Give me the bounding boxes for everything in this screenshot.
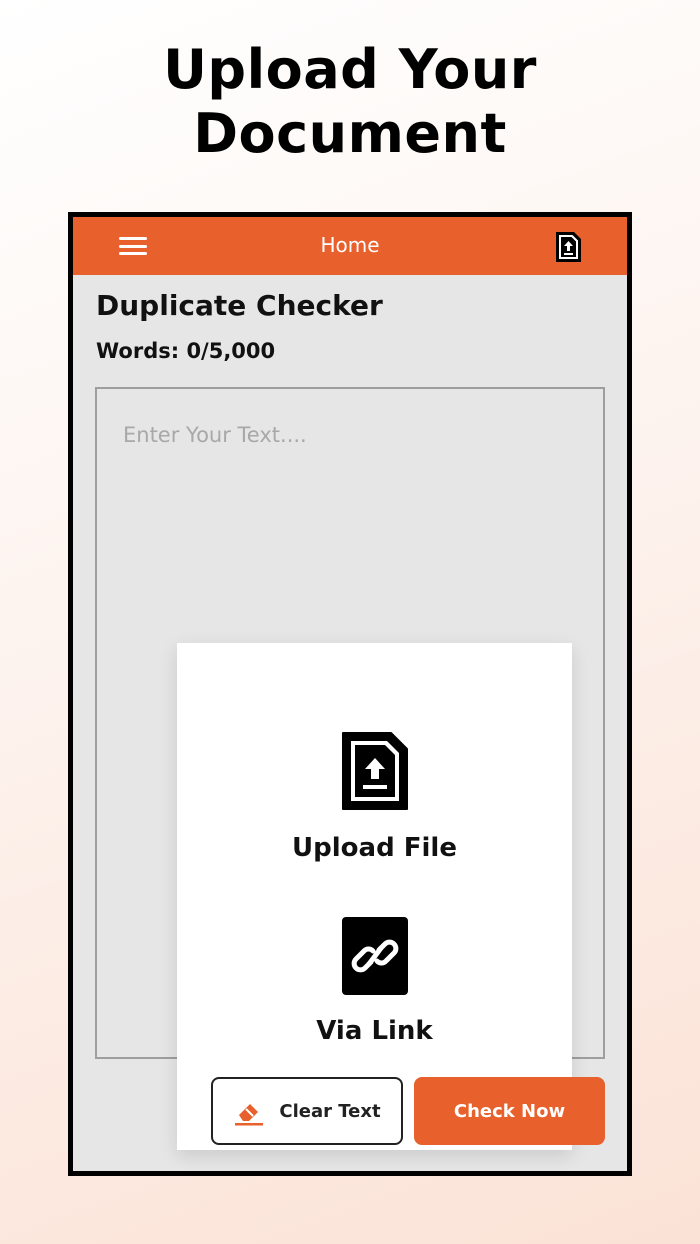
promo-headline: Upload Your Document <box>0 38 700 166</box>
clear-text-label: Clear Text <box>279 1100 381 1122</box>
text-input-placeholder: Enter Your Text.... <box>123 423 307 447</box>
file-upload-icon[interactable] <box>553 231 583 263</box>
via-link-label: Via Link <box>316 1016 433 1046</box>
eraser-icon <box>235 1104 264 1126</box>
page-title: Duplicate Checker <box>96 289 383 322</box>
word-count: Words: 0/5,000 <box>96 339 276 363</box>
link-icon <box>341 917 408 995</box>
headline-line-2: Document <box>193 102 507 165</box>
clear-text-button[interactable]: Clear Text <box>211 1077 403 1145</box>
app-bar: Home <box>73 217 627 275</box>
text-input-area[interactable]: Enter Your Text.... Upload File Via Link <box>95 387 605 1150</box>
upload-file-label: Upload File <box>292 833 457 863</box>
app-screen: Home Duplicate Checker Words: 0/5,000 En… <box>68 212 632 1176</box>
check-now-label: Check Now <box>453 1100 566 1122</box>
file-upload-icon <box>341 732 408 810</box>
upload-options-card: Upload File Via Link <box>177 643 572 1150</box>
via-link-option[interactable]: Via Link <box>177 916 572 1046</box>
headline-line-1: Upload Your <box>163 38 537 101</box>
upload-file-option[interactable]: Upload File <box>177 731 572 863</box>
check-now-button[interactable]: Check Now <box>414 1077 605 1145</box>
app-bar-title: Home <box>320 233 380 257</box>
